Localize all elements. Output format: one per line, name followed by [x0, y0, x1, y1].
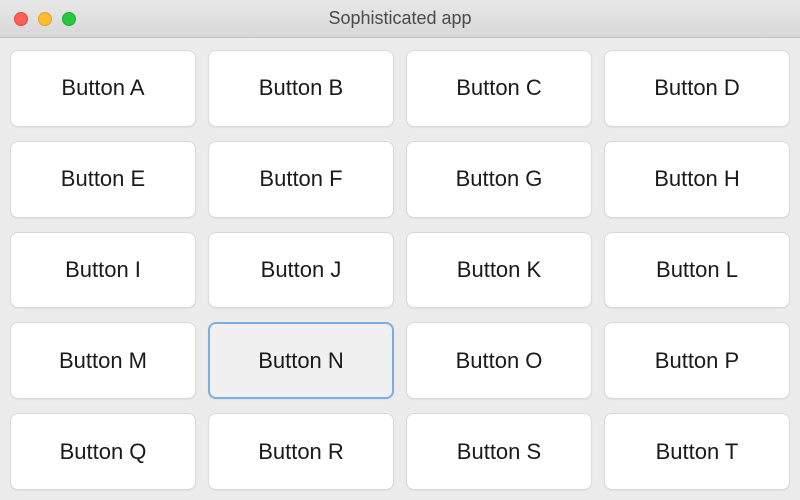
- button-c[interactable]: Button C: [406, 50, 592, 127]
- button-r[interactable]: Button R: [208, 413, 394, 490]
- button-h[interactable]: Button H: [604, 141, 790, 218]
- button-t[interactable]: Button T: [604, 413, 790, 490]
- button-s[interactable]: Button S: [406, 413, 592, 490]
- button-g[interactable]: Button G: [406, 141, 592, 218]
- button-l[interactable]: Button L: [604, 232, 790, 309]
- zoom-icon[interactable]: [62, 12, 76, 26]
- button-n[interactable]: Button N: [208, 322, 394, 399]
- button-k[interactable]: Button K: [406, 232, 592, 309]
- button-a[interactable]: Button A: [10, 50, 196, 127]
- window-title: Sophisticated app: [0, 8, 800, 29]
- titlebar: Sophisticated app: [0, 0, 800, 38]
- button-b[interactable]: Button B: [208, 50, 394, 127]
- content-area: Button A Button B Button C Button D Butt…: [0, 38, 800, 500]
- close-icon[interactable]: [14, 12, 28, 26]
- button-f[interactable]: Button F: [208, 141, 394, 218]
- button-j[interactable]: Button J: [208, 232, 394, 309]
- minimize-icon[interactable]: [38, 12, 52, 26]
- button-d[interactable]: Button D: [604, 50, 790, 127]
- button-grid: Button A Button B Button C Button D Butt…: [10, 50, 790, 490]
- traffic-lights: [0, 12, 76, 26]
- app-window: Sophisticated app Button A Button B Butt…: [0, 0, 800, 500]
- button-o[interactable]: Button O: [406, 322, 592, 399]
- button-q[interactable]: Button Q: [10, 413, 196, 490]
- button-e[interactable]: Button E: [10, 141, 196, 218]
- button-i[interactable]: Button I: [10, 232, 196, 309]
- button-m[interactable]: Button M: [10, 322, 196, 399]
- button-p[interactable]: Button P: [604, 322, 790, 399]
